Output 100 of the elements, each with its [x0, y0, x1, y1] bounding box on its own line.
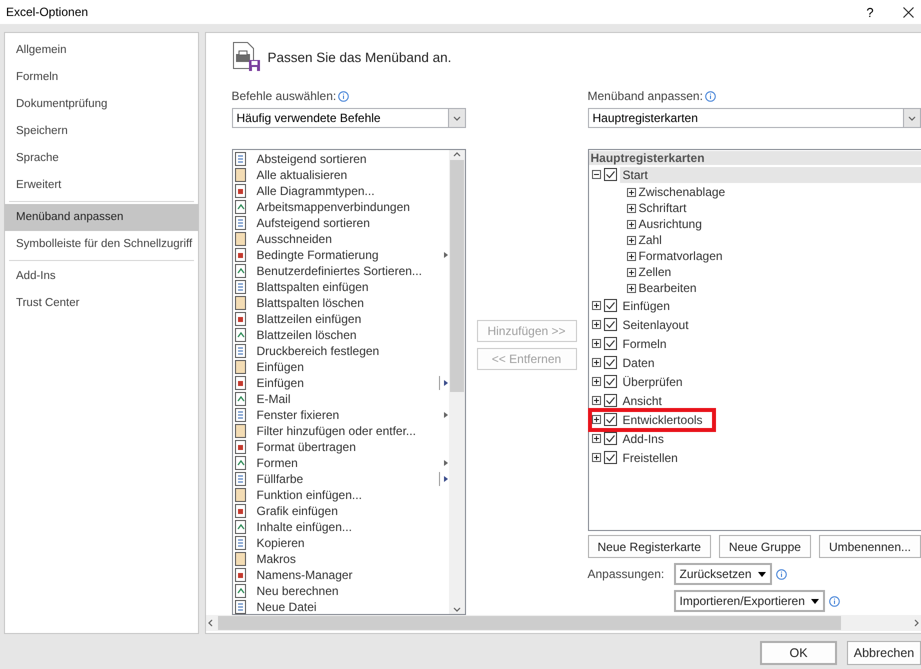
tree-item[interactable]: Start	[620, 166, 921, 182]
help-button[interactable]: ?	[855, 4, 885, 20]
checkbox[interactable]	[604, 337, 616, 350]
scrollbar[interactable]	[448, 150, 464, 614]
command-item[interactable]: Makros	[248, 552, 448, 566]
command-item[interactable]: Blattzeilen löschen	[248, 328, 448, 342]
tree-item[interactable]: Add-Ins	[620, 430, 667, 446]
sidebar-item[interactable]: Sprache	[5, 145, 198, 172]
expand-icon[interactable]	[592, 320, 600, 329]
checkbox[interactable]	[604, 413, 616, 426]
tree-item[interactable]: Ausrichtung	[636, 216, 705, 232]
command-item[interactable]: Benutzerdefiniertes Sortieren...	[248, 264, 448, 278]
command-item[interactable]: Einfügen	[248, 360, 448, 374]
tree-item[interactable]: Zwischenablage	[636, 184, 728, 200]
expand-icon[interactable]	[592, 301, 600, 310]
sidebar-item[interactable]: Dokumentprüfung	[5, 91, 198, 118]
expand-icon[interactable]	[592, 339, 600, 348]
checkbox[interactable]	[604, 318, 616, 331]
info-icon[interactable]	[704, 90, 716, 102]
sidebar-item[interactable]: Symbolleiste für den Schnellzugriff	[5, 231, 198, 258]
command-item[interactable]: Ausschneiden	[248, 232, 448, 246]
command-item[interactable]: Kopieren	[248, 536, 448, 550]
command-item[interactable]: Namens-Manager	[248, 568, 448, 582]
command-item[interactable]: Fenster fixieren	[248, 408, 438, 422]
ribbon-button[interactable]: Neue Gruppe	[718, 535, 811, 558]
checkbox[interactable]	[604, 451, 616, 464]
tree-item[interactable]: Entwicklertools	[620, 412, 706, 428]
sidebar-item[interactable]: Menüband anpassen	[5, 204, 198, 231]
commands-dropdown[interactable]: Häufig verwendete Befehle	[232, 108, 466, 128]
command-item[interactable]: Absteigend sortieren	[248, 152, 448, 166]
checkbox[interactable]	[604, 299, 616, 312]
expand-icon[interactable]	[592, 453, 600, 462]
command-item[interactable]: Blattspalten löschen	[248, 296, 448, 310]
expand-icon[interactable]	[626, 236, 636, 244]
scrollbar[interactable]	[206, 615, 921, 631]
expand-icon[interactable]	[626, 204, 636, 212]
expand-icon[interactable]	[626, 188, 636, 196]
checkbox[interactable]	[604, 375, 616, 388]
tree-item[interactable]: Zahl	[636, 232, 665, 248]
expand-icon[interactable]	[626, 252, 636, 260]
cancel-button[interactable]: Abbrechen	[847, 640, 921, 664]
command-item[interactable]: Blattzeilen einfügen	[248, 312, 448, 326]
tree-item[interactable]: Zellen	[636, 264, 674, 280]
command-item[interactable]: Format übertragen	[248, 440, 448, 454]
command-item[interactable]: Formen	[248, 456, 438, 470]
expand-icon[interactable]	[592, 377, 600, 386]
command-item[interactable]: Aufsteigend sortieren	[248, 216, 448, 230]
checkbox[interactable]	[604, 168, 616, 181]
ribbon-dropdown[interactable]: Hauptregisterkarten	[588, 108, 921, 128]
expand-icon[interactable]	[592, 358, 600, 367]
command-item[interactable]: Bedingte Formatierung	[248, 248, 438, 262]
close-icon[interactable]	[903, 6, 914, 18]
info-icon[interactable]	[776, 568, 787, 580]
expand-icon[interactable]	[626, 268, 636, 276]
tree-item[interactable]: Bearbeiten	[636, 280, 700, 296]
chevron-left-icon[interactable]	[206, 618, 216, 628]
sidebar-item[interactable]: Erweitert	[5, 172, 198, 199]
sidebar-item[interactable]: Trust Center	[5, 290, 198, 317]
command-item[interactable]: Grafik einfügen	[248, 504, 448, 518]
info-icon[interactable]	[338, 90, 350, 102]
command-item[interactable]: Druckbereich festlegen	[248, 344, 448, 358]
split-arrow-icon[interactable]	[438, 376, 448, 390]
expand-icon[interactable]	[592, 434, 600, 443]
split-arrow-icon[interactable]	[438, 472, 448, 486]
command-item[interactable]: Alle Diagrammtypen...	[248, 184, 448, 198]
command-item[interactable]: Neue Datei	[248, 600, 448, 614]
expand-icon[interactable]	[592, 415, 600, 424]
ok-button[interactable]: OK	[760, 640, 837, 664]
command-item[interactable]: Neu berechnen	[248, 584, 448, 598]
checkbox[interactable]	[604, 356, 616, 369]
ribbon-button[interactable]: Umbenennen...	[818, 535, 921, 558]
command-item[interactable]: Füllfarbe	[248, 472, 438, 486]
checkbox[interactable]	[604, 394, 616, 407]
tree-item[interactable]: Daten	[620, 354, 658, 370]
expand-icon[interactable]	[592, 396, 600, 405]
tree-item[interactable]: Formeln	[620, 336, 670, 352]
tree-item[interactable]: Formatvorlagen	[636, 248, 726, 264]
command-item[interactable]: Arbeitsmappenverbindungen	[248, 200, 448, 214]
tree-item[interactable]: Einfügen	[620, 298, 673, 314]
tree-item[interactable]: Seitenlayout	[620, 316, 692, 332]
command-item[interactable]: Inhalte einfügen...	[248, 520, 448, 534]
command-item[interactable]: Blattspalten einfügen	[248, 280, 448, 294]
tree-item[interactable]: Schriftart	[636, 200, 690, 216]
info-icon[interactable]	[828, 596, 840, 606]
sidebar-item[interactable]: Speichern	[5, 118, 198, 145]
expand-icon[interactable]	[626, 284, 636, 292]
checkbox[interactable]	[604, 432, 616, 445]
command-item[interactable]: Einfügen	[248, 376, 438, 390]
command-item[interactable]: Filter hinzufügen oder entfer...	[248, 424, 448, 438]
command-item[interactable]: E-Mail	[248, 392, 448, 406]
import-export-dropdown[interactable]: Importieren/Exportieren	[674, 590, 825, 612]
collapse-icon[interactable]	[592, 170, 600, 179]
sidebar-item[interactable]: Add-Ins	[5, 263, 198, 290]
expand-icon[interactable]	[626, 220, 636, 228]
sidebar-item[interactable]: Allgemein	[5, 37, 198, 64]
sidebar-item[interactable]: Formeln	[5, 64, 198, 91]
command-item[interactable]: Alle aktualisieren	[248, 168, 448, 182]
tree-item[interactable]: Freistellen	[620, 450, 681, 466]
tree-item[interactable]: Überprüfen	[620, 374, 686, 390]
command-item[interactable]: Funktion einfügen...	[248, 488, 448, 502]
